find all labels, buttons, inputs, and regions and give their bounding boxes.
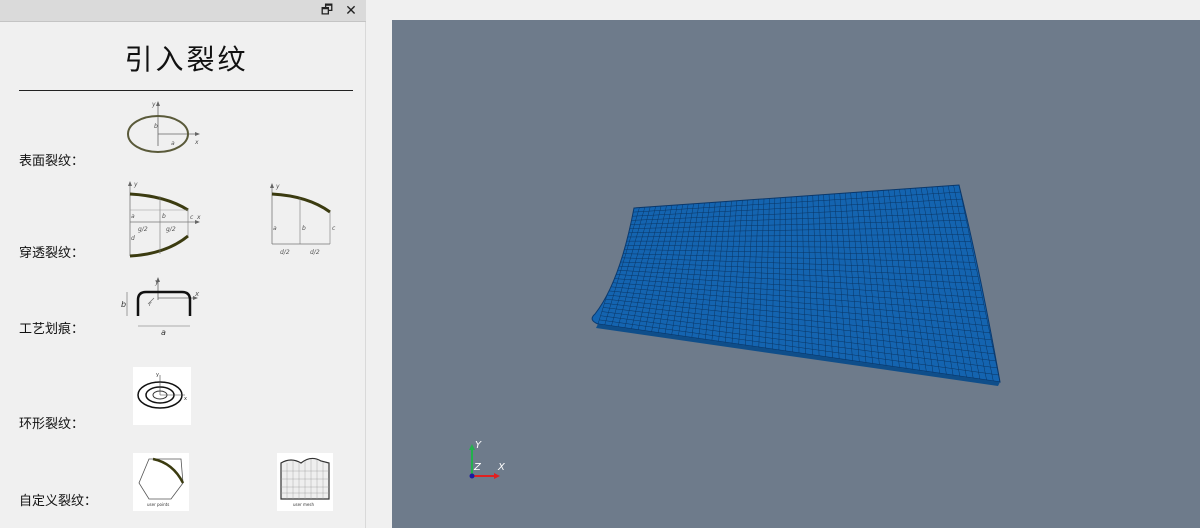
surface-crack-option[interactable]: y x b a (124, 100, 204, 162)
svg-text:b: b (154, 123, 158, 130)
custom-crack-label: 自定义裂纹： (19, 494, 98, 509)
svg-text:c: c (332, 225, 336, 232)
3d-viewport[interactable]: Y Z X (392, 20, 1200, 528)
svg-text:y: y (151, 101, 156, 108)
svg-text:b: b (162, 213, 166, 220)
crack-insert-dock: 🗗 ✕ 引入裂纹 表面裂纹： y x b a 穿透裂纹： y x a b c d… (0, 0, 366, 528)
dock-titlebar: 🗗 ✕ (0, 0, 366, 22)
svg-text:d/2: d/2 (280, 249, 290, 256)
through-crack-label: 穿透裂纹： (19, 246, 85, 261)
svg-text:d/2: d/2 (310, 249, 320, 256)
ring-crack-option[interactable]: y x (133, 367, 191, 425)
svg-text:g/2: g/2 (138, 226, 148, 233)
svg-text:b: b (302, 225, 306, 232)
through-crack-diagram-2: y a b c d/2 d/2 (270, 183, 336, 256)
svg-text:y: y (154, 278, 160, 286)
custom-crack-option-mesh[interactable]: user mesh (277, 453, 333, 511)
surface-crack-label: 表面裂纹： (19, 154, 85, 169)
panel-title: 引入裂纹 (124, 43, 249, 76)
svg-text:x: x (184, 396, 187, 402)
svg-text:user points: user points (147, 502, 169, 507)
y-axis-label: Y (475, 440, 482, 451)
svg-text:a: a (171, 140, 175, 147)
svg-text:a: a (131, 213, 135, 220)
svg-text:y: y (133, 181, 138, 188)
custom-crack-diagram-mesh: user mesh (277, 453, 333, 511)
svg-text:x: x (194, 290, 200, 298)
custom-crack-option-points[interactable]: user points (133, 453, 189, 511)
z-axis-dot (469, 473, 475, 479)
restore-window-icon[interactable]: 🗗 (318, 2, 336, 20)
svg-text:d: d (131, 235, 135, 242)
through-crack-diagram-1: y x a b c d g/2 g/2 (128, 181, 201, 258)
ring-crack-diagram: y x (133, 367, 191, 425)
svg-text:c: c (190, 214, 194, 221)
svg-text:r: r (149, 301, 152, 308)
scratch-label: 工艺划痕： (19, 322, 85, 337)
through-crack-option-1[interactable]: y x a b c d g/2 g/2 (126, 180, 204, 260)
svg-text:x: x (194, 139, 199, 146)
surface-crack-diagram: y x b a (127, 101, 200, 153)
svg-text:y: y (156, 372, 159, 378)
title-divider (19, 90, 353, 91)
ring-crack-label: 环形裂纹： (19, 417, 85, 432)
orientation-axes: Y Z X (469, 440, 506, 479)
svg-text:b: b (121, 300, 126, 309)
svg-text:a: a (161, 328, 166, 337)
x-axis-label: X (497, 462, 506, 473)
scratch-option[interactable]: y x b a r (118, 276, 204, 338)
scratch-diagram: y x b a r (121, 277, 200, 337)
z-axis-label: Z (473, 462, 482, 473)
svg-text:x: x (196, 214, 201, 221)
close-icon[interactable]: ✕ (342, 2, 360, 20)
svg-text:y: y (275, 183, 280, 190)
through-crack-option-2[interactable]: y a b c d/2 d/2 (268, 182, 348, 258)
svg-text:g/2: g/2 (166, 226, 176, 233)
svg-text:user mesh: user mesh (293, 502, 314, 507)
svg-text:a: a (273, 225, 277, 232)
custom-crack-diagram-points: user points (133, 453, 189, 511)
